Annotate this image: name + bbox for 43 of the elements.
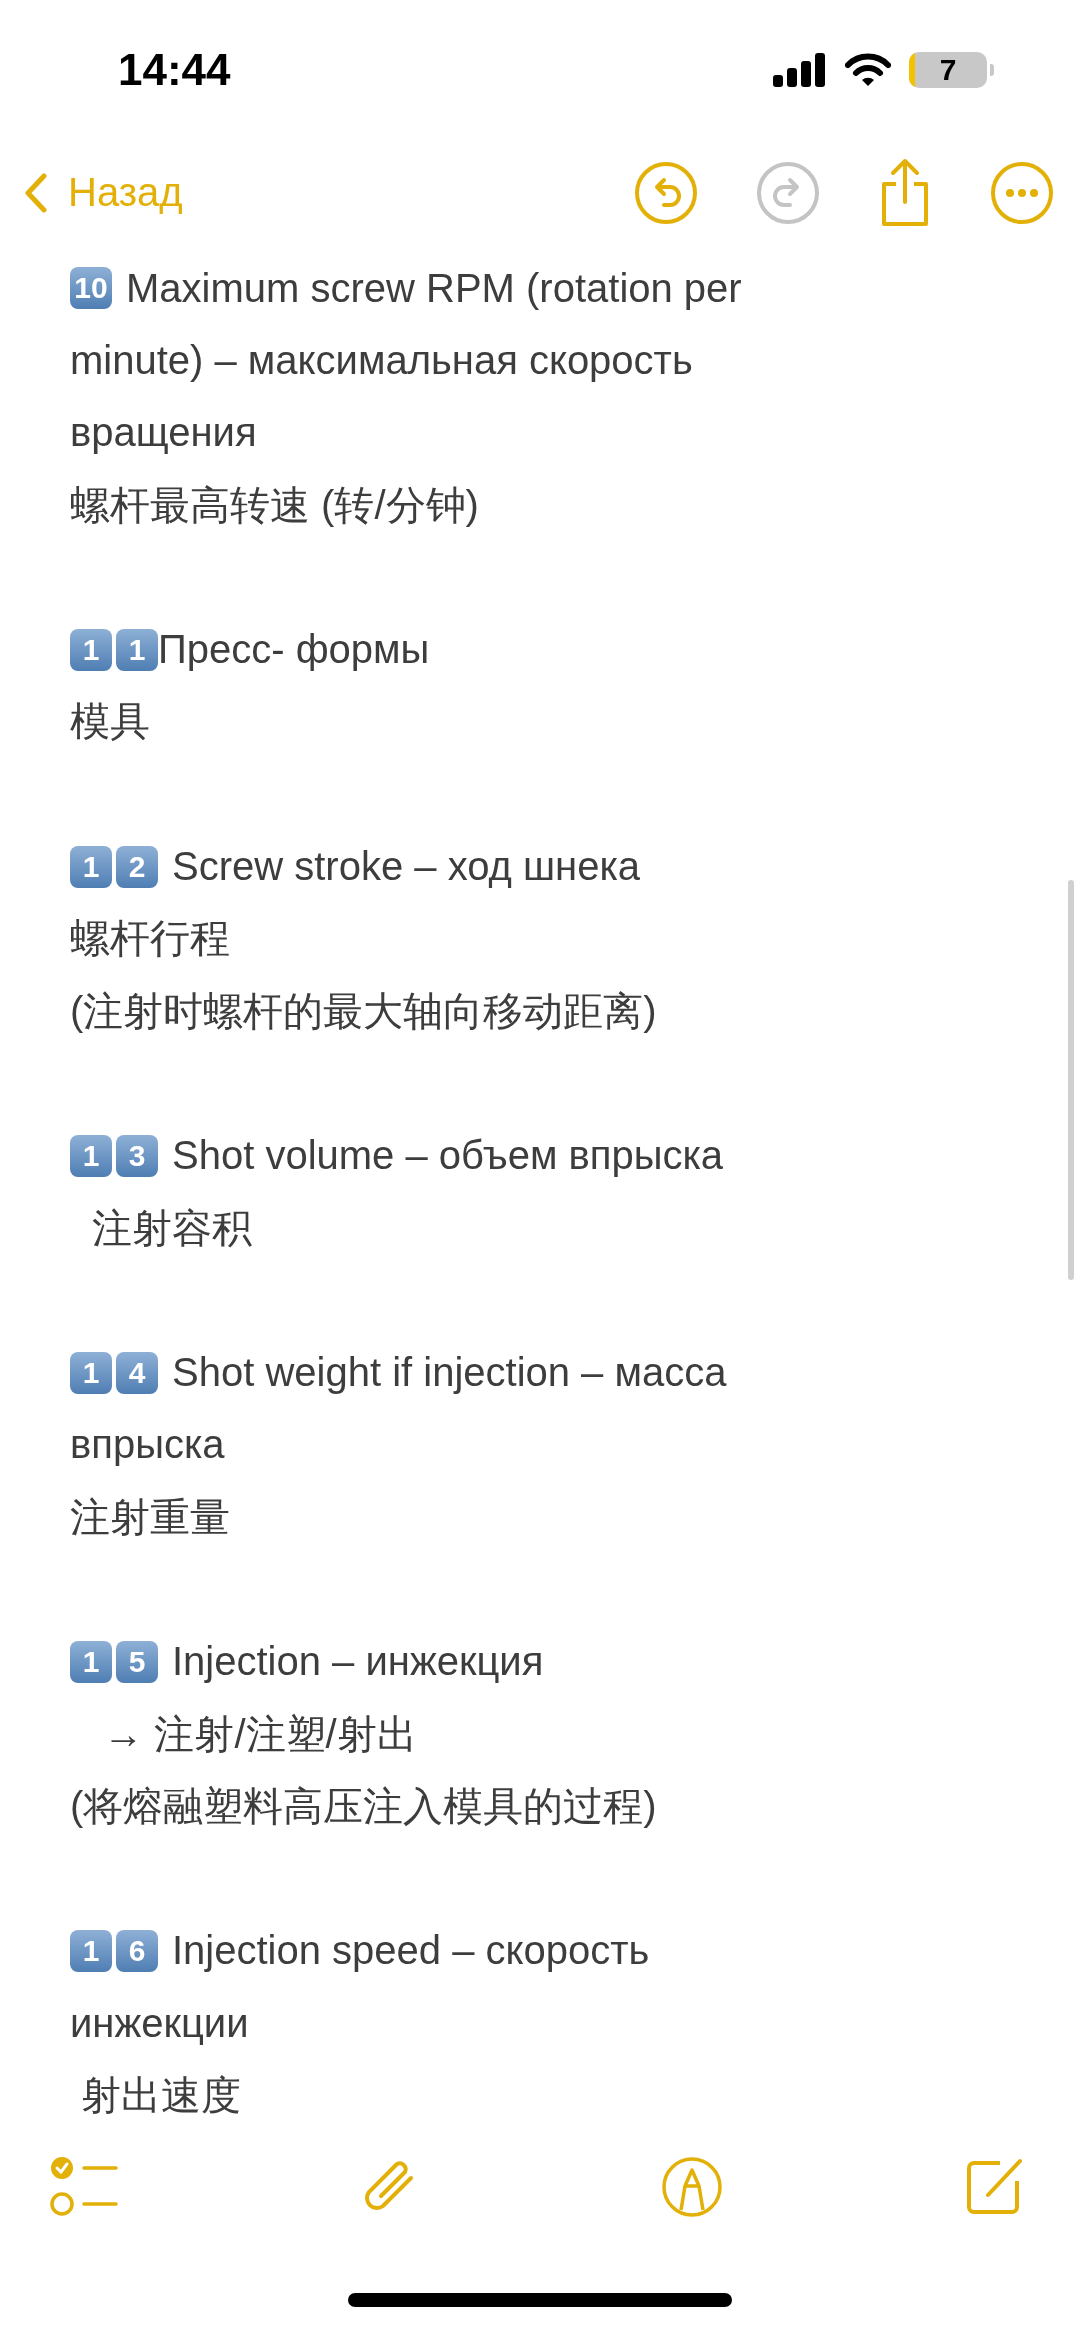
number-keycap: 6 xyxy=(116,1929,158,1972)
chevron-icon xyxy=(24,172,48,213)
number-keycap: 1 xyxy=(70,628,112,671)
number-keycap: 10 xyxy=(70,267,112,310)
note-line: впрыска xyxy=(70,1422,225,1468)
note-line: 螺杆行程 xyxy=(70,915,230,963)
note-line: Shot weight if injection – масса xyxy=(172,1350,727,1396)
note-line: 螺杆最高转速 (转/分钟) xyxy=(70,481,479,529)
number-keycap: 5 xyxy=(116,1640,158,1683)
checklist-icon[interactable] xyxy=(50,2156,118,2218)
number-keycap: 1 xyxy=(70,1351,112,1394)
undo-icon[interactable] xyxy=(634,160,698,225)
status-time: 14:44 xyxy=(118,45,231,95)
pen-icon[interactable] xyxy=(660,2156,723,2218)
note-line: 模具 xyxy=(70,698,150,746)
note-line: → 注射/注塑/射出 xyxy=(102,1710,417,1758)
number-keycap: 1 xyxy=(116,628,158,671)
note-line: 注射重量 xyxy=(70,1493,230,1541)
number-keycap: 2 xyxy=(116,845,158,888)
note-line: Shot volume – объем впрыска xyxy=(172,1133,724,1179)
note-line: minute) – максимальная скорость xyxy=(70,337,693,383)
note-line: инжекции xyxy=(70,2000,249,2046)
note-line: Maximum screw RPM (rotation per xyxy=(126,265,742,311)
wifi-icon xyxy=(845,53,891,87)
note-line: 射出速度 xyxy=(80,2072,242,2120)
number-keycap: 4 xyxy=(116,1351,158,1394)
number-keycap: 1 xyxy=(70,1134,112,1177)
number-keycap: 1 xyxy=(70,1929,112,1972)
more-icon[interactable] xyxy=(990,160,1054,225)
note-line: Injection – инжекция xyxy=(172,1639,544,1685)
compose-icon[interactable] xyxy=(964,2157,1024,2217)
note-line: Screw stroke – ход шнека xyxy=(172,844,641,889)
note-line: (注射时螺杆的最大轴向移动距离) xyxy=(70,987,657,1035)
note-line: Пресс- формы xyxy=(158,627,430,673)
signal-icon xyxy=(773,53,827,87)
number-keycap: 1 xyxy=(70,845,112,888)
note-line: Injection speed – скорость xyxy=(172,1928,650,1974)
note-line: вращения xyxy=(70,410,257,456)
note-line: 注射容积 xyxy=(91,1204,253,1252)
back-button[interactable]: Назад xyxy=(24,170,183,215)
number-keycap: 3 xyxy=(116,1134,158,1177)
number-keycap: 1 xyxy=(70,1640,112,1683)
note-line: (将熔融塑料高压注入模具的过程) xyxy=(70,1782,657,1830)
